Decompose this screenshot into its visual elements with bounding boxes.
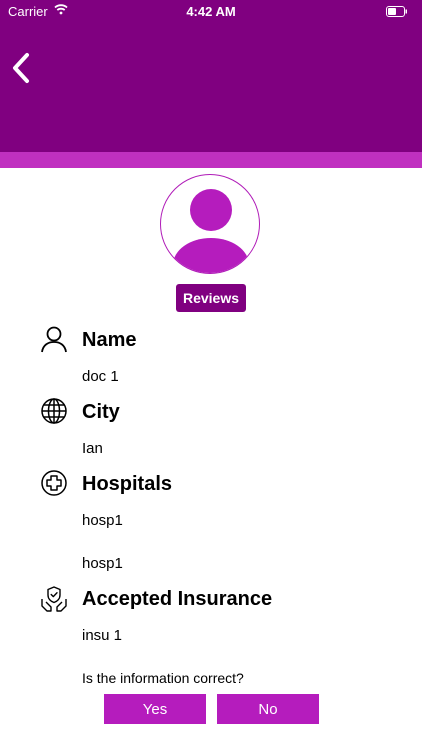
hospitals-section-title: Hospitals	[82, 473, 173, 495]
city-value: Ian	[82, 440, 103, 457]
status-time: 4:42 AM	[186, 4, 236, 19]
insurance-shield-hands-icon	[40, 585, 68, 613]
globe-icon	[40, 397, 68, 425]
hospital-value: hosp1	[82, 555, 123, 572]
confirm-question: Is the information correct?	[82, 670, 244, 686]
hospital-value: hosp1	[82, 512, 123, 529]
no-button[interactable]: No	[217, 694, 319, 724]
city-section-title: City	[82, 401, 120, 423]
insurance-value: insu 1	[82, 627, 123, 644]
header-stripe	[0, 152, 422, 168]
name-section-title: Name	[82, 329, 137, 351]
back-button[interactable]	[6, 52, 36, 88]
chevron-left-icon	[10, 52, 32, 89]
name-value: doc 1	[82, 368, 119, 385]
app-header	[0, 0, 422, 152]
person-icon	[40, 325, 68, 353]
avatar	[160, 174, 260, 274]
reviews-button[interactable]: Reviews	[176, 284, 246, 312]
user-silhouette-icon	[173, 189, 249, 273]
yes-button[interactable]: Yes	[104, 694, 206, 724]
insurance-section-title: Accepted Insurance	[82, 588, 273, 610]
medical-cross-icon	[40, 469, 68, 497]
status-bar: Carrier 4:42 AM	[0, 0, 422, 22]
battery-icon	[386, 5, 408, 20]
